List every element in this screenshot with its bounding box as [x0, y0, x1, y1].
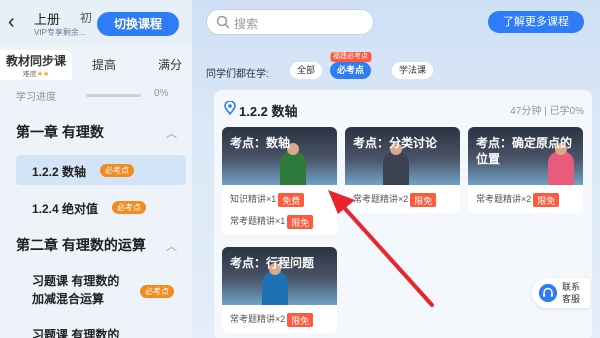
grade-label-extra: 初: [80, 11, 93, 25]
service-line-2: 客服: [562, 294, 581, 304]
lesson-line-1: 习题课 有理数的: [32, 328, 120, 338]
card-row: 知识精讲×1 免费: [230, 190, 305, 208]
search-placeholder: 搜索: [234, 17, 259, 31]
lesson-card[interactable]: 考点：行程问题 常考题精讲×2 限免: [222, 247, 337, 333]
back-chevron-icon[interactable]: ‹: [8, 12, 24, 32]
difficulty-label: 难度: [22, 71, 37, 78]
card-title: 考点：确定原点的位置: [476, 136, 573, 166]
filter-chip-all[interactable]: 全部: [290, 62, 323, 79]
panel-header: 1.2.2 数轴 47分钟 | 已学0%: [224, 100, 584, 119]
filter-chip-must-test-label: 必考点: [337, 65, 365, 75]
customer-service-label: 联系 客服: [562, 281, 580, 305]
limited-free-tag: 限免: [533, 192, 560, 207]
lesson-1-2-2[interactable]: 1.2.2 数轴 必考点: [16, 155, 186, 185]
tab-improve[interactable]: 提高: [84, 50, 124, 80]
card-title: 考点：行程问题: [230, 256, 315, 270]
vip-text: VIP专享剩余...: [34, 28, 86, 37]
lesson-exercise-2[interactable]: 习题课 有理数的: [16, 326, 186, 338]
customer-service-button[interactable]: 联系 客服: [532, 278, 590, 308]
must-test-badge: 必考点: [100, 164, 134, 177]
limited-free-tag: 限免: [410, 192, 437, 207]
course-tabs: 教材同步课 难度★★ 提高 满分: [0, 50, 192, 80]
star-icon: ★★: [36, 71, 50, 78]
learned-percent: 已学0%: [549, 106, 584, 117]
card-row: 常考题精讲×2 限免: [353, 190, 437, 208]
lesson-card[interactable]: 考点：数轴 知识精讲×1 免费 常考题精讲×1 限免: [222, 127, 337, 235]
main-content: 搜索 了解更多课程 同学们都在学: 全部 福建必考点 必考点 学法课 1.2.2…: [192, 0, 600, 338]
row-text: 常考题精讲×1: [230, 216, 286, 226]
panel-meta: 47分钟 | 已学0%: [510, 106, 584, 117]
limited-free-tag: 限免: [287, 312, 314, 327]
lesson-card[interactable]: 考点：确定原点的位置 常考题精讲×2 限免: [468, 127, 583, 213]
lesson-label: 1.2.2 数轴: [32, 165, 87, 179]
teacher-figure: [262, 271, 288, 305]
fujian-must-test-tag: 福建必考点: [330, 52, 371, 62]
card-title: 考点：分类讨论: [353, 136, 438, 150]
search-icon: [216, 15, 230, 29]
tab-full-score[interactable]: 满分: [150, 50, 190, 80]
lesson-label: 1.2.4 绝对值: [32, 202, 99, 216]
lesson-1-2-4[interactable]: 1.2.4 绝对值 必考点: [16, 192, 186, 222]
service-line-1: 联系: [562, 282, 581, 292]
row-text: 常考题精讲×2: [476, 194, 532, 204]
tab-textbook-sync-label: 教材同步课: [5, 54, 66, 68]
card-title: 考点：数轴: [230, 136, 291, 150]
popular-label: 同学们都在学:: [206, 69, 269, 80]
location-pin-icon: [224, 101, 236, 115]
switch-course-button[interactable]: 切换课程: [97, 12, 179, 36]
difficulty-rating: 难度★★: [0, 70, 72, 79]
teacher-figure: [383, 151, 409, 185]
chevron-up-icon[interactable]: ︿: [166, 125, 177, 141]
limited-free-tag: 限免: [287, 214, 314, 229]
card-row: 常考题精讲×1 限免: [230, 212, 314, 230]
chevron-up-icon[interactable]: ︿: [166, 238, 177, 254]
chapter-1-title[interactable]: 第一章 有理数: [16, 122, 104, 142]
panel-title: 1.2.2 数轴: [239, 104, 298, 119]
learn-more-courses-button[interactable]: 了解更多课程: [488, 11, 584, 33]
progress-bar: [86, 94, 141, 97]
row-text: 常考题精讲×2: [230, 314, 286, 324]
chapter-2-title[interactable]: 第二章 有理数的运算: [16, 235, 146, 255]
learning-progress: 学习进度 0%: [16, 88, 186, 103]
lesson-card[interactable]: 考点：分类讨论 常考题精讲×2 限免: [345, 127, 460, 213]
filter-chip-method[interactable]: 学法课: [392, 62, 434, 79]
row-text: 常考题精讲×2: [353, 194, 409, 204]
headset-icon: [539, 284, 557, 302]
tab-textbook-sync[interactable]: 教材同步课 难度★★: [0, 50, 72, 80]
filter-chip-must-test[interactable]: 福建必考点 必考点: [330, 52, 372, 79]
teacher-figure: [280, 151, 306, 185]
progress-value: 0%: [154, 88, 169, 99]
search-input[interactable]: 搜索: [206, 9, 374, 35]
sidebar-header: ‹ 上册 初 VIP专享剩余... 切换课程: [0, 0, 192, 44]
sidebar: ‹ 上册 初 VIP专享剩余... 切换课程 教材同步课 难度★★ 提高 满分 …: [0, 0, 192, 338]
duration: 47分钟: [510, 106, 542, 117]
row-text: 知识精讲×1: [230, 194, 277, 204]
grade-label[interactable]: 上册: [34, 9, 60, 28]
video-thumbnail[interactable]: 考点：分类讨论: [345, 127, 460, 185]
card-row: 常考题精讲×2 限免: [476, 190, 560, 208]
must-test-badge: 必考点: [140, 285, 174, 298]
progress-label: 学习进度: [16, 92, 56, 103]
video-thumbnail[interactable]: 考点：行程问题: [222, 247, 337, 305]
video-thumbnail[interactable]: 考点：数轴: [222, 127, 337, 185]
lesson-exercise-1[interactable]: 习题课 有理数的 加减混合运算 必考点: [16, 272, 186, 308]
must-test-badge: 必考点: [112, 201, 146, 214]
video-thumbnail[interactable]: 考点：确定原点的位置: [468, 127, 583, 185]
free-tag: 免费: [278, 192, 305, 207]
card-row: 常考题精讲×2 限免: [230, 310, 314, 328]
